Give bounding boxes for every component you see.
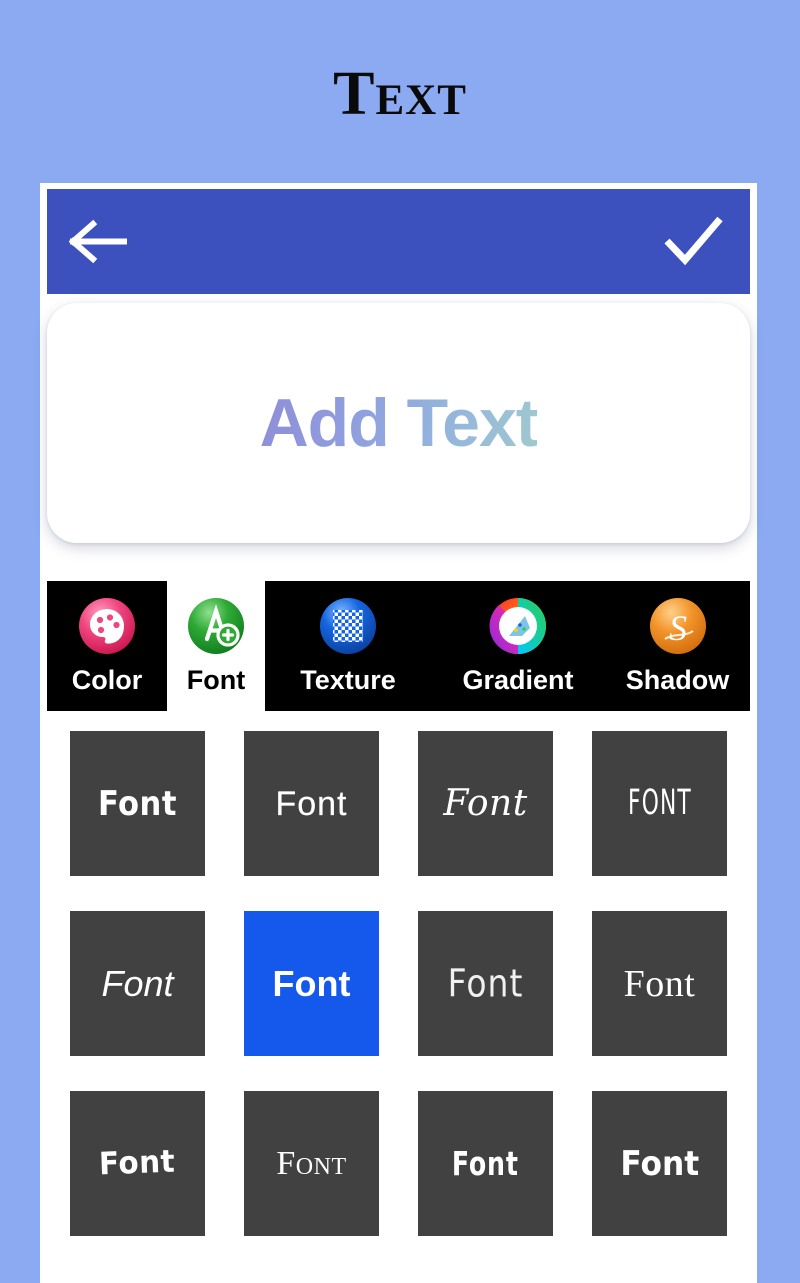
- font-tile-label: Font: [452, 1144, 519, 1183]
- font-tile-label: Font: [447, 961, 524, 1006]
- font-tile[interactable]: Font: [418, 911, 553, 1056]
- font-tile[interactable]: Font: [70, 1091, 205, 1236]
- font-tile-selected[interactable]: Font: [244, 911, 379, 1056]
- tab-label-shadow: Shadow: [625, 665, 730, 695]
- tab-font[interactable]: Font: [167, 581, 265, 711]
- svg-text:S: S: [669, 608, 687, 648]
- tab-label-font: Font: [186, 665, 246, 695]
- font-tile-label: Font: [623, 962, 696, 1005]
- font-tile[interactable]: Font: [418, 1091, 553, 1236]
- font-tile[interactable]: Font: [70, 911, 205, 1056]
- page-title: Text: [333, 60, 467, 128]
- font-tile[interactable]: FONT: [592, 731, 727, 876]
- font-add-icon: [185, 595, 247, 657]
- add-text-placeholder: Add Text: [259, 385, 539, 461]
- tab-shadow[interactable]: S Shadow: [605, 581, 750, 711]
- font-tile-label: Font: [98, 1143, 177, 1183]
- palette-icon: [76, 595, 138, 657]
- add-text-card[interactable]: Add Text: [47, 303, 750, 543]
- tab-label-texture: Texture: [300, 665, 396, 695]
- font-tile-label: Font: [98, 783, 177, 824]
- font-tile[interactable]: Font: [592, 911, 727, 1056]
- font-tile-label: Font: [620, 1143, 699, 1184]
- check-icon[interactable]: [662, 215, 724, 267]
- checkerboard-icon: [317, 595, 379, 657]
- shadow-s-icon: S: [647, 595, 709, 657]
- font-tile[interactable]: Font: [70, 731, 205, 876]
- font-tile-label: Font: [443, 782, 528, 824]
- font-tile[interactable]: Font: [418, 731, 553, 876]
- font-tile-label: FONT: [627, 782, 692, 824]
- font-tile[interactable]: Font: [244, 731, 379, 876]
- top-toolbar: [47, 189, 750, 294]
- tab-color[interactable]: Color: [47, 581, 167, 711]
- tab-label-color: Color: [71, 665, 143, 695]
- font-grid: Font Font Font FONT Font Font Font Font …: [47, 718, 750, 1278]
- tab-gradient[interactable]: Gradient: [431, 581, 605, 711]
- font-tile-label: Font: [272, 962, 351, 1004]
- style-tab-strip: Color Font Texture Gradient S Shadow: [47, 581, 750, 711]
- tab-label-gradient: Gradient: [462, 665, 574, 695]
- font-tile[interactable]: Font: [592, 1091, 727, 1236]
- font-tile[interactable]: Font: [244, 1091, 379, 1236]
- phone-frame: Add Text Color Font Texture Gradient S S…: [40, 183, 757, 1283]
- arrow-left-icon[interactable]: [68, 219, 128, 264]
- tab-texture[interactable]: Texture: [265, 581, 431, 711]
- font-tile-label: Font: [101, 962, 174, 1004]
- color-wheel-icon: [487, 595, 549, 657]
- font-tile-label: Font: [276, 1144, 347, 1182]
- font-tile-label: Font: [275, 784, 348, 823]
